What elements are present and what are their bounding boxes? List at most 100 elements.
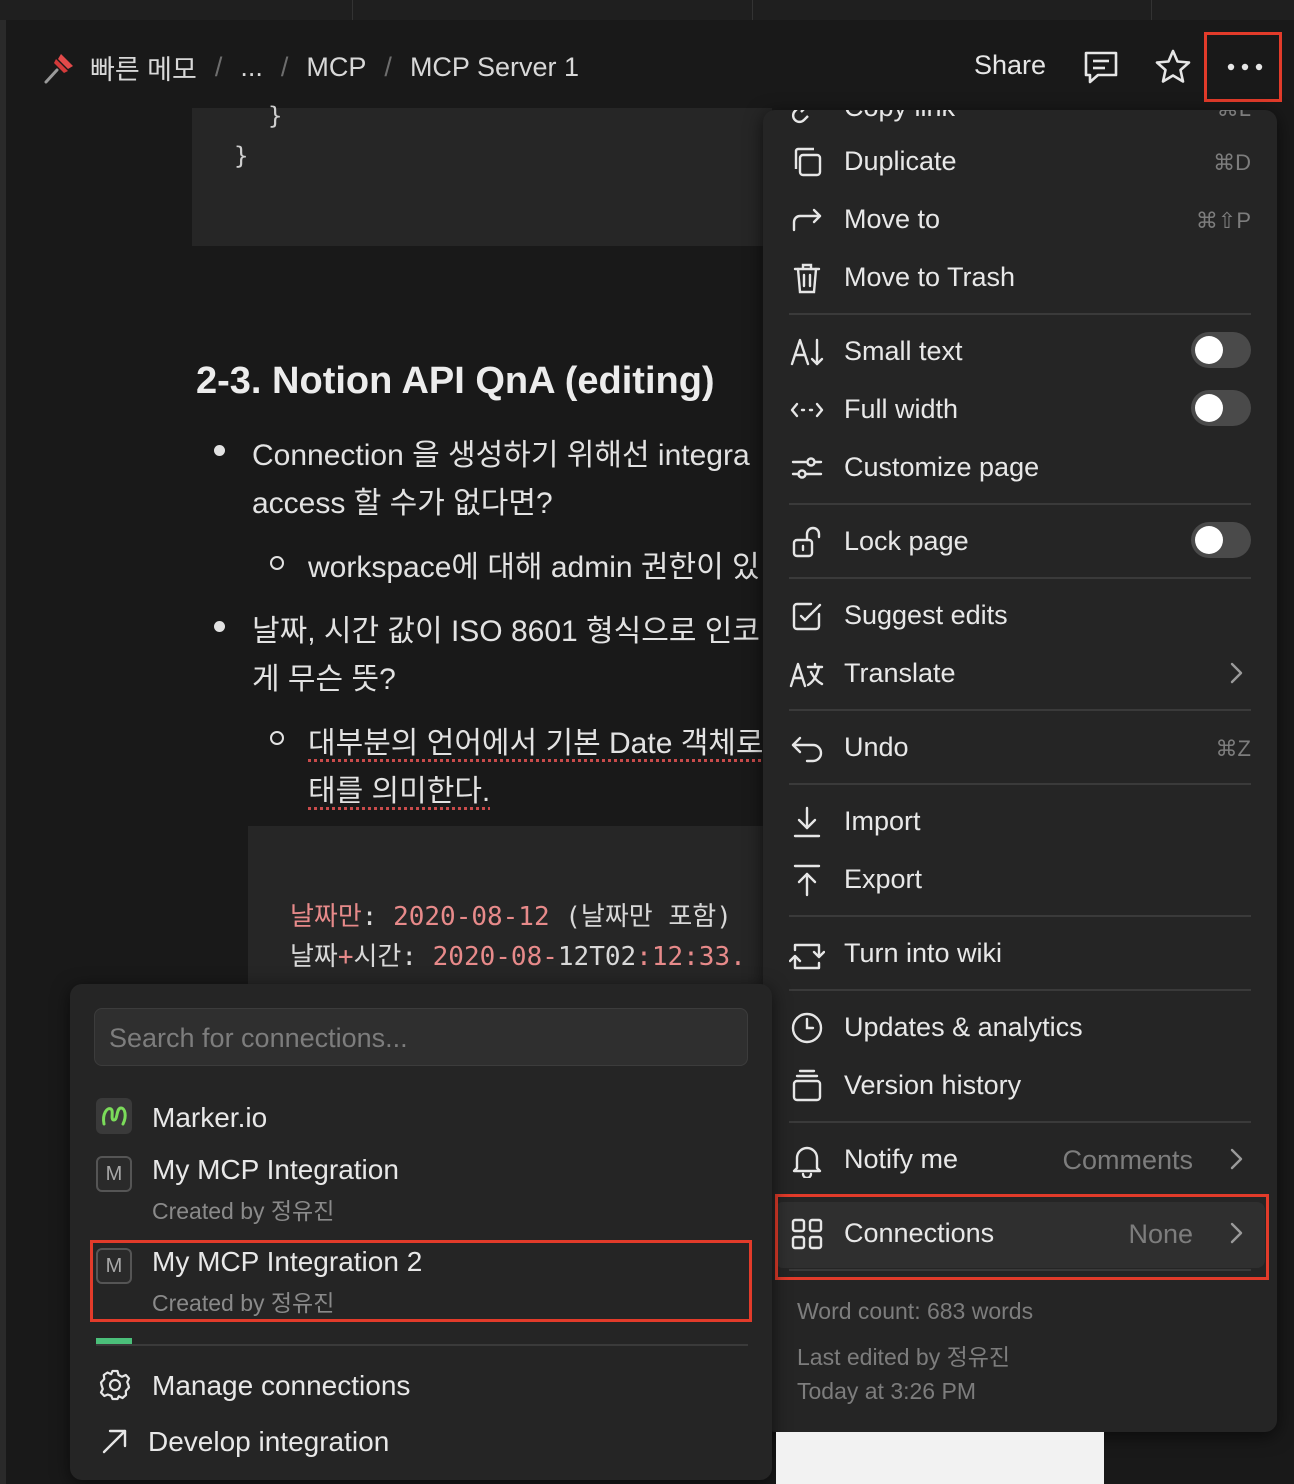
menu-item-label: Move to — [844, 204, 941, 234]
comments-icon[interactable] — [1082, 48, 1120, 86]
window-left-edge — [0, 20, 6, 1484]
export-icon — [789, 862, 825, 898]
menu-item-move-to[interactable]: Move to ⌘⇧P — [763, 192, 1277, 246]
manage-connections-label: Manage connections — [152, 1370, 411, 1401]
star-favorite-icon[interactable] — [1154, 48, 1192, 86]
breadcrumb-item-current-page[interactable]: MCP Server 1 — [410, 52, 579, 83]
chevron-right-icon — [1225, 1146, 1247, 1172]
full-width-toggle[interactable] — [1191, 390, 1251, 426]
integration-2-highlight-box — [90, 1240, 752, 1322]
breadcrumb-separator: / — [384, 52, 392, 82]
menu-item-label: Turn into wiki — [844, 938, 1003, 968]
menu-item-label: Export — [844, 864, 923, 894]
pushpin-icon — [42, 51, 76, 85]
menu-item-customize-page[interactable]: Customize page — [763, 440, 1277, 494]
connections-search-input[interactable] — [107, 1019, 731, 1057]
breadcrumb-item-mcp[interactable]: MCP — [306, 52, 366, 83]
wiki-convert-icon — [788, 936, 826, 972]
small-text-icon — [789, 334, 825, 370]
undo-icon — [789, 730, 825, 766]
menu-item-turn-into-wiki[interactable]: Turn into wiki — [763, 926, 1277, 980]
develop-integration-link[interactable]: Develop integration — [70, 1416, 772, 1466]
page-header: 빠른 메모 / ... / MCP / MCP Server 1 Share — [6, 20, 1294, 110]
breadcrumb-item-ellipsis[interactable]: ... — [240, 52, 263, 83]
menu-divider — [789, 577, 1251, 579]
sub-bullet-text: 태를 의미한다. — [308, 775, 491, 808]
manage-connections-button[interactable]: Manage connections — [70, 1360, 772, 1410]
menu-item-version-history[interactable]: Version history — [763, 1058, 1277, 1112]
menu-item-label: Import — [844, 806, 921, 836]
code-line: } — [234, 142, 249, 170]
menu-item-label: Full width — [844, 394, 959, 424]
connections-search — [94, 1008, 748, 1066]
menu-item-label: Translate — [844, 658, 956, 688]
external-arrow-icon — [98, 1424, 132, 1458]
menu-divider — [789, 915, 1251, 917]
menu-item-label: Version history — [844, 1070, 1022, 1100]
gear-icon — [98, 1368, 132, 1402]
menu-item-label: Duplicate — [844, 146, 957, 176]
last-edited-by: Last edited by 정유진 — [797, 1344, 1011, 1370]
bullet-text: Connection 을 생성하기 위해선 integra — [252, 439, 750, 472]
menu-item-label: Customize page — [844, 452, 1040, 482]
menu-item-export[interactable]: Export — [763, 852, 1277, 906]
window-tab-strip — [0, 0, 1294, 20]
lock-page-toggle[interactable] — [1191, 522, 1251, 558]
integration-m-icon: M — [96, 1156, 132, 1192]
code-line: } — [268, 102, 283, 130]
last-edited-time: Today at 3:26 PM — [797, 1378, 976, 1404]
breadcrumb: 빠른 메모 / ... / MCP / MCP Server 1 — [42, 48, 579, 87]
duplicate-icon — [789, 144, 825, 180]
menu-item-undo[interactable]: Undo ⌘Z — [763, 720, 1277, 774]
menu-item-small-text[interactable]: Small text — [763, 324, 1277, 378]
menu-divider — [789, 1121, 1251, 1123]
menu-item-label: Suggest edits — [844, 600, 1008, 630]
menu-item-label: Undo — [844, 732, 909, 762]
menu-item-import[interactable]: Import — [763, 794, 1277, 848]
lock-icon — [789, 524, 825, 560]
connection-item-my-mcp-integration[interactable]: M My MCP Integration Created by 정유진 — [70, 1150, 772, 1230]
menu-item-updates-analytics[interactable]: Updates & analytics — [763, 1000, 1277, 1054]
menu-item-move-to-trash[interactable]: Move to Trash — [763, 250, 1277, 304]
bullet-text: access 할 수가 없다면? — [252, 487, 553, 520]
menu-item-notify-me[interactable]: Notify me Comments — [763, 1132, 1277, 1186]
menu-divider — [789, 989, 1251, 991]
submenu-divider — [96, 1344, 748, 1346]
connection-item-marker-io[interactable]: Marker.io — [70, 1092, 772, 1140]
share-button[interactable]: Share — [974, 50, 1046, 81]
bullet-dot — [214, 621, 225, 632]
connections-highlight-box — [775, 1194, 1269, 1280]
menu-divider — [789, 503, 1251, 505]
menu-item-label: Move to Trash — [844, 262, 1016, 292]
section-heading: 2-3. Notion API QnA (editing) — [196, 360, 715, 402]
menu-item-copy-link[interactable]: Copy link ⌘L — [763, 110, 1277, 134]
menu-item-label: Updates & analytics — [844, 1012, 1083, 1042]
menu-item-lock-page[interactable]: Lock page — [763, 514, 1277, 568]
background-page-strip — [776, 1432, 1104, 1484]
sub-bullet-text: workspace에 대해 admin 권한이 있 — [308, 551, 760, 584]
menu-item-full-width[interactable]: Full width — [763, 382, 1277, 436]
menu-item-shortcut: ⌘D — [1213, 150, 1251, 175]
small-text-toggle[interactable] — [1191, 332, 1251, 368]
menu-item-label: Small text — [844, 336, 963, 366]
connection-name: Marker.io — [152, 1102, 268, 1133]
menu-item-duplicate[interactable]: Duplicate ⌘D — [763, 134, 1277, 188]
version-history-icon — [789, 1068, 825, 1104]
menu-divider — [789, 709, 1251, 711]
code-line: 날짜+시간: 2020-08-12T02:12:33. — [290, 942, 746, 972]
breadcrumb-item-quick-memo[interactable]: 빠른 메모 — [90, 48, 197, 87]
bullet-dot — [214, 445, 225, 456]
clock-icon — [789, 1010, 825, 1046]
connection-name: My MCP Integration — [152, 1154, 399, 1185]
menu-item-label: Notify me — [844, 1144, 959, 1174]
move-arrow-icon — [789, 202, 825, 238]
sub-bullet-text: 대부분의 언어에서 기본 Date 객체로 — [308, 727, 764, 760]
bell-icon — [789, 1142, 825, 1180]
chevron-right-icon — [1225, 660, 1247, 686]
sub-bullet-ring — [270, 731, 284, 745]
menu-item-suggest-edits[interactable]: Suggest edits — [763, 588, 1277, 642]
sub-bullet-ring — [270, 556, 284, 570]
menu-item-label: Copy link — [844, 110, 955, 123]
more-options-button[interactable] — [1204, 32, 1282, 102]
menu-item-translate[interactable]: Translate — [763, 646, 1277, 700]
